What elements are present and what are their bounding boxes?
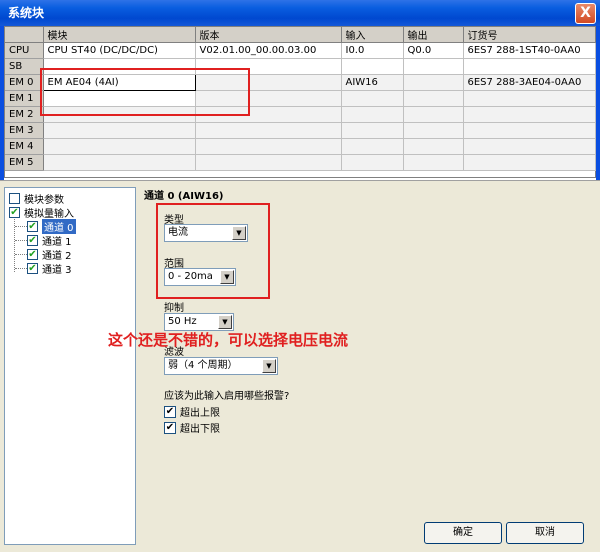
- tree-connector: [15, 268, 27, 269]
- output-cell[interactable]: Q0.0: [403, 42, 464, 59]
- tree-item-channel-0[interactable]: ✔ 通道 0: [27, 218, 76, 234]
- window-title: 系统块: [8, 6, 45, 20]
- tree-label: 通道 2: [42, 250, 72, 262]
- tree-label: 通道 1: [42, 236, 72, 248]
- tree-item-channel-1[interactable]: ✔ 通道 1: [27, 233, 72, 248]
- input-cell[interactable]: [341, 58, 404, 75]
- checkmark-icon: ✔: [164, 405, 176, 418]
- alarm-lower-checkbox[interactable]: ✔ 超出下限: [164, 420, 220, 435]
- output-cell[interactable]: [403, 106, 464, 123]
- tree-connector: [15, 240, 27, 241]
- version-cell: [195, 154, 342, 171]
- cancel-button[interactable]: 取消: [506, 522, 584, 544]
- grid-row-em4[interactable]: EM 4: [5, 138, 596, 155]
- grid-header-row: 模块 版本 输入 输出 订货号: [5, 27, 596, 43]
- slot-cell: EM 1: [5, 90, 44, 107]
- input-cell[interactable]: [341, 154, 404, 171]
- header-slot: [5, 27, 44, 43]
- alarm-upper-label: 超出上限: [180, 408, 220, 419]
- order-cell: [463, 90, 596, 107]
- dropdown-arrow-icon[interactable]: ▼: [218, 315, 232, 329]
- tree-item-module-params[interactable]: ✔ 模块参数: [9, 191, 64, 206]
- parameter-tree: ✔ 模块参数 ✔ 模拟量输入 ✔ 通道 0 ✔ 通道 1 ✔ 通道 2 ✔ 通道…: [4, 187, 136, 545]
- tree-connector: [15, 226, 27, 227]
- input-cell[interactable]: I0.0: [341, 42, 404, 59]
- panel-title: 通道 0 (AIW16): [144, 191, 224, 202]
- tree-item-channel-2[interactable]: ✔ 通道 2: [27, 247, 72, 262]
- check-icon: ✔: [27, 234, 38, 246]
- module-cell[interactable]: [43, 154, 196, 171]
- tree-label: 模块参数: [24, 194, 64, 206]
- check-icon: ✔: [27, 262, 38, 274]
- slot-cell: EM 2: [5, 106, 44, 123]
- header-input: 输入: [341, 27, 404, 43]
- filter-select[interactable]: 弱（4 个周期） ▼: [164, 357, 278, 375]
- input-cell[interactable]: [341, 90, 404, 107]
- version-cell: [195, 122, 342, 139]
- tree-label-selected: 通道 0: [42, 218, 76, 234]
- suppress-value: 50 Hz: [168, 316, 197, 327]
- slot-cell: EM 4: [5, 138, 44, 155]
- order-cell: 6ES7 288-3AE04-0AA0: [463, 74, 596, 91]
- tree-label: 模拟量输入: [24, 208, 74, 220]
- output-cell[interactable]: [403, 58, 464, 75]
- version-cell: V02.01.00_00.00.03.00: [195, 42, 342, 59]
- module-cell[interactable]: [43, 122, 196, 139]
- tree-label: 通道 3: [42, 264, 72, 276]
- output-cell[interactable]: [403, 122, 464, 139]
- slot-cell: EM 3: [5, 122, 44, 139]
- header-module: 模块: [43, 27, 196, 43]
- module-cell[interactable]: CPU ST40 (DC/DC/DC): [43, 42, 196, 59]
- slot-cell: EM 5: [5, 154, 44, 171]
- output-cell[interactable]: [403, 74, 464, 91]
- grid-row-em5[interactable]: EM 5: [5, 154, 596, 171]
- version-cell: [195, 138, 342, 155]
- annotation-text: 这个还是不错的，可以选择电压电流: [108, 331, 349, 349]
- alarm-upper-checkbox[interactable]: ✔ 超出上限: [164, 404, 220, 419]
- header-version: 版本: [195, 27, 342, 43]
- grid-row-cpu[interactable]: CPU CPU ST40 (DC/DC/DC) V02.01.00_00.00.…: [5, 42, 596, 59]
- check-icon: ✔: [27, 248, 38, 260]
- order-cell: [463, 122, 596, 139]
- slot-cell: CPU: [5, 42, 44, 59]
- suppress-label: 抑制: [164, 303, 184, 314]
- header-output: 输出: [403, 27, 464, 43]
- title-bar: 系统块 X: [0, 0, 600, 26]
- check-icon: ✔: [9, 206, 20, 218]
- slot-cell: EM 0: [5, 74, 44, 91]
- output-cell[interactable]: [403, 154, 464, 171]
- input-cell[interactable]: [341, 106, 404, 123]
- order-cell: [463, 138, 596, 155]
- tree-item-analog-input[interactable]: ✔ 模拟量输入: [9, 205, 74, 220]
- input-cell[interactable]: AIW16: [341, 74, 404, 91]
- filter-value: 弱（4 个周期）: [168, 360, 238, 371]
- close-button[interactable]: X: [575, 3, 596, 24]
- order-cell: [463, 58, 596, 75]
- check-icon: ✔: [27, 220, 38, 232]
- alarm-question: 应该为此输入启用哪些报警?: [164, 391, 290, 402]
- grid-row-em3[interactable]: EM 3: [5, 122, 596, 139]
- alarm-lower-label: 超出下限: [180, 424, 220, 435]
- module-cell[interactable]: [43, 138, 196, 155]
- tree-item-channel-3[interactable]: ✔ 通道 3: [27, 261, 72, 276]
- ok-button[interactable]: 确定: [424, 522, 502, 544]
- order-cell: 6ES7 288-1ST40-0AA0: [463, 42, 596, 59]
- tree-connector: [15, 254, 27, 255]
- input-cell[interactable]: [341, 122, 404, 139]
- annotation-box-type-range: [156, 203, 270, 299]
- slot-cell: SB: [5, 58, 44, 75]
- dropdown-arrow-icon[interactable]: ▼: [262, 359, 276, 373]
- order-cell: [463, 106, 596, 123]
- header-order-number: 订货号: [463, 27, 596, 43]
- annotation-box-module: [40, 68, 250, 116]
- config-area: ✔ 模块参数 ✔ 模拟量输入 ✔ 通道 0 ✔ 通道 1 ✔ 通道 2 ✔ 通道…: [0, 180, 600, 552]
- order-cell: [463, 154, 596, 171]
- checkmark-icon: ✔: [164, 421, 176, 434]
- checkbox-icon: ✔: [9, 192, 20, 204]
- output-cell[interactable]: [403, 90, 464, 107]
- output-cell[interactable]: [403, 138, 464, 155]
- input-cell[interactable]: [341, 138, 404, 155]
